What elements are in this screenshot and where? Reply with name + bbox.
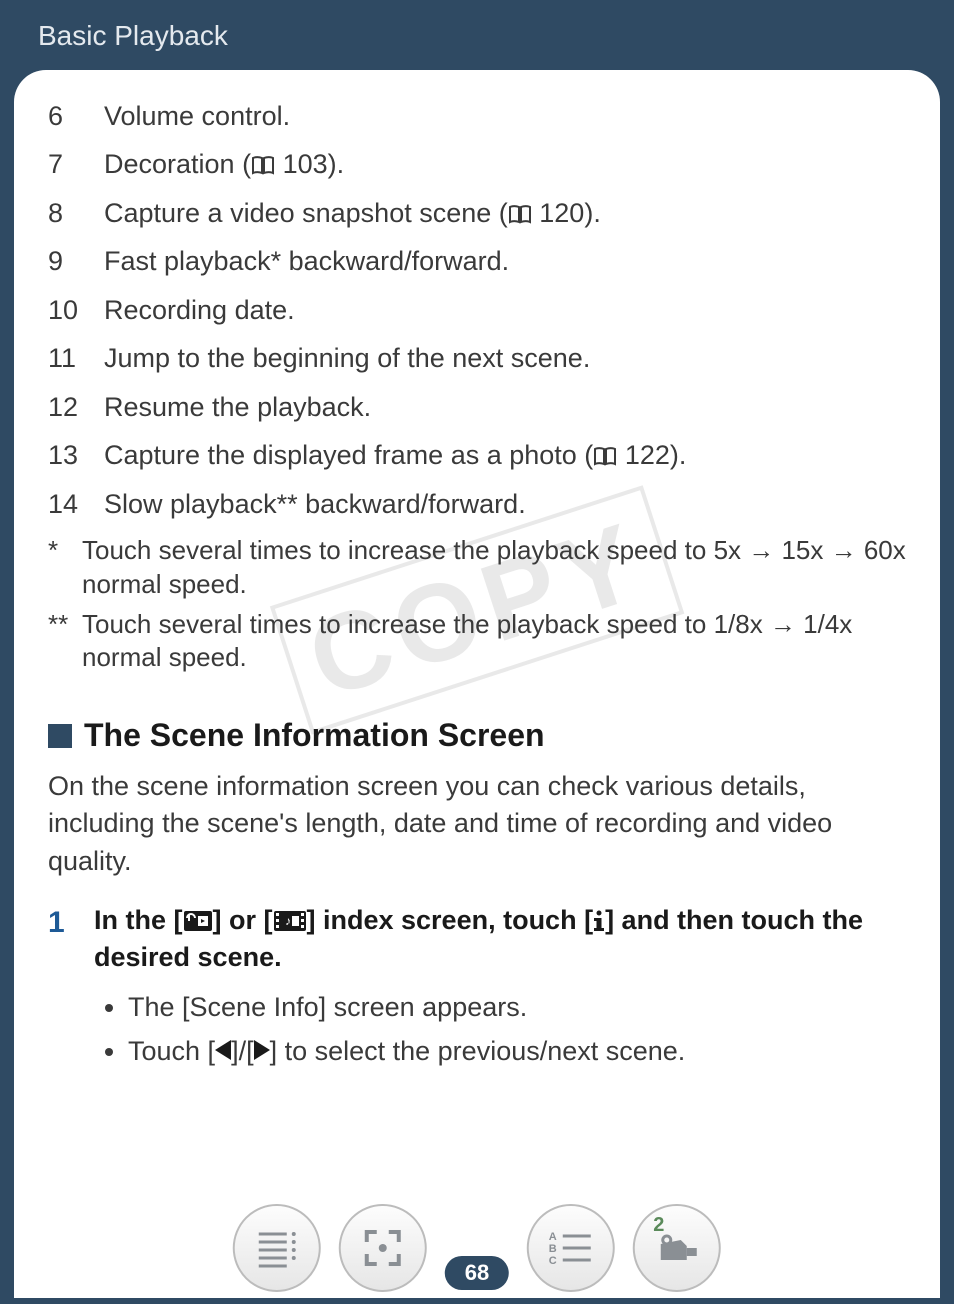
chapter-title: Basic Playback	[38, 20, 228, 51]
nav-toc-button[interactable]	[233, 1204, 321, 1292]
snapshot-index-icon: ♪	[273, 910, 307, 932]
item-text: Volume control.	[104, 98, 906, 134]
triangle-left-icon	[215, 1040, 231, 1060]
list-item: 14 Slow playback** backward/forward.	[48, 486, 906, 522]
page-number: 68	[445, 1256, 509, 1290]
chapter-header: Basic Playback	[0, 0, 954, 70]
numbered-list: 6 Volume control. 7 Decoration ( 103). 8…	[48, 98, 906, 522]
list-item: 11 Jump to the beginning of the next sce…	[48, 340, 906, 376]
section-heading: The Scene Information Screen	[48, 717, 906, 754]
item-number: 11	[48, 340, 104, 376]
section-intro: On the scene information screen you can …	[48, 768, 906, 880]
svg-text:A: A	[549, 1231, 557, 1243]
footnote-mark: *	[48, 534, 82, 602]
footnote: * Touch several times to increase the pl…	[48, 534, 906, 602]
section-title: The Scene Information Screen	[84, 717, 545, 754]
svg-text:♪: ♪	[285, 914, 291, 928]
glossary-icon: ABC	[547, 1228, 595, 1268]
item-number: 10	[48, 292, 104, 328]
item-number: 13	[48, 437, 104, 473]
item-text: Capture the displayed frame as a photo (…	[104, 437, 906, 473]
list-item: 12 Resume the playback.	[48, 389, 906, 425]
item-number: 9	[48, 243, 104, 279]
movie-index-icon	[183, 910, 213, 932]
nav-expand-button[interactable]	[339, 1204, 427, 1292]
expand-icon	[361, 1226, 405, 1270]
footnote-text: Touch several times to increase the play…	[82, 534, 906, 602]
toc-icon	[255, 1228, 299, 1268]
step: 1 In the [] or [♪] index screen, touch […	[48, 902, 906, 977]
bullet-item: The [Scene Info] screen appears.	[128, 986, 906, 1029]
step-bullets: The [Scene Info] screen appears. Touch […	[110, 986, 906, 1072]
item-text: Fast playback* backward/forward.	[104, 243, 906, 279]
nav-badge: 2	[653, 1214, 664, 1237]
item-number: 8	[48, 195, 104, 231]
section-bullet-icon	[48, 724, 72, 748]
item-text: Capture a video snapshot scene ( 120).	[104, 195, 906, 231]
footnote-text: Touch several times to increase the play…	[82, 608, 906, 676]
info-icon	[593, 910, 605, 932]
nav-camera-button[interactable]: 2	[633, 1204, 721, 1292]
nav-glossary-button[interactable]: ABC	[527, 1204, 615, 1292]
triangle-right-icon	[254, 1040, 270, 1060]
item-text: Slow playback** backward/forward.	[104, 486, 906, 522]
page-ref-icon	[593, 446, 617, 466]
bullet-item: Touch []/[] to select the previous/next …	[128, 1030, 906, 1073]
list-item: 9 Fast playback* backward/forward.	[48, 243, 906, 279]
footnote: ** Touch several times to increase the p…	[48, 608, 906, 676]
item-text: Recording date.	[104, 292, 906, 328]
bottom-nav: 68 ABC 2	[14, 1198, 940, 1298]
item-number: 7	[48, 146, 104, 182]
page-ref-icon	[508, 204, 532, 224]
item-text: Resume the playback.	[104, 389, 906, 425]
item-number: 14	[48, 486, 104, 522]
page-body: COPY 6 Volume control. 7 Decoration ( 10…	[14, 70, 940, 1298]
svg-text:B: B	[549, 1243, 557, 1255]
list-item: 13 Capture the displayed frame as a phot…	[48, 437, 906, 473]
footnote-mark: **	[48, 608, 82, 676]
item-text: Decoration ( 103).	[104, 146, 906, 182]
list-item: 6 Volume control.	[48, 98, 906, 134]
list-item: 10 Recording date.	[48, 292, 906, 328]
item-number: 6	[48, 98, 104, 134]
svg-text:C: C	[549, 1255, 557, 1267]
item-text: Jump to the beginning of the next scene.	[104, 340, 906, 376]
step-number: 1	[48, 902, 94, 977]
step-text: In the [] or [♪] index screen, touch [] …	[94, 902, 906, 977]
page-ref-icon	[251, 155, 275, 175]
list-item: 7 Decoration ( 103).	[48, 146, 906, 182]
item-number: 12	[48, 389, 104, 425]
footnotes: * Touch several times to increase the pl…	[48, 534, 906, 675]
list-item: 8 Capture a video snapshot scene ( 120).	[48, 195, 906, 231]
